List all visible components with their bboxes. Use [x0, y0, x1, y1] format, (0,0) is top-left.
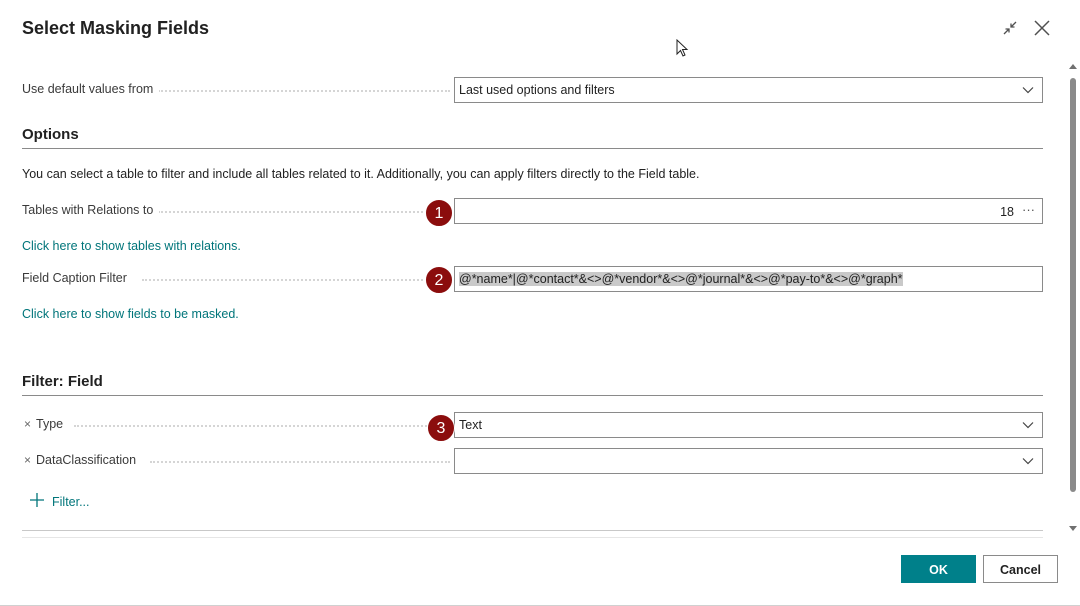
add-filter-label: Filter... [52, 495, 90, 509]
show-fields-link[interactable]: Click here to show fields to be masked. [22, 307, 239, 321]
chevron-down-icon [1022, 87, 1034, 94]
classification-filter-label: DataClassification [36, 453, 143, 467]
remove-filter-icon[interactable]: × [24, 417, 32, 431]
callout-badge-1: 1 [425, 199, 453, 227]
show-tables-link[interactable]: Click here to show tables with relations… [22, 239, 241, 253]
caption-filter-input[interactable]: @*name*|@*contact*&<>@*vendor*&<>@*journ… [454, 266, 1043, 292]
lookup-ellipsis-icon[interactable]: ··· [1022, 202, 1035, 217]
collapse-icon[interactable] [1000, 18, 1020, 38]
cancel-button[interactable]: Cancel [983, 555, 1058, 583]
section-divider [22, 395, 1043, 396]
dialog-title: Select Masking Fields [22, 18, 210, 38]
content-bottom-divider [22, 537, 1043, 538]
filter-section-title: Filter: Field [22, 373, 103, 390]
ok-button[interactable]: OK [901, 555, 976, 583]
options-description: You can select a table to filter and inc… [22, 167, 700, 181]
caption-filter-value: @*name*|@*contact*&<>@*vendor*&<>@*journ… [459, 272, 903, 286]
dotted-leader [142, 279, 450, 281]
tables-value: 18 [1000, 205, 1014, 219]
defaults-value: Last used options and filters [459, 83, 615, 97]
defaults-select[interactable]: Last used options and filters [454, 77, 1043, 103]
callout-badge-2: 2 [425, 266, 453, 294]
mouse-cursor-icon [676, 38, 690, 59]
options-section-title: Options [22, 126, 79, 143]
remove-filter-icon[interactable]: × [24, 453, 32, 467]
caption-filter-row: Field Caption Filter @*name*|@*contact*&… [22, 266, 1043, 292]
scroll-down-arrow-icon[interactable] [1069, 525, 1077, 533]
tables-label: Tables with Relations to [22, 203, 160, 217]
defaults-row: Use default values from Last used option… [22, 77, 1043, 103]
type-filter-value: Text [459, 418, 482, 432]
caption-filter-label: Field Caption Filter [22, 271, 133, 285]
type-filter-row: × Type Text [22, 412, 1043, 438]
dotted-leader [158, 90, 450, 92]
dotted-leader [158, 211, 450, 213]
defaults-label: Use default values from [22, 82, 160, 96]
scroll-up-arrow-icon[interactable] [1069, 62, 1077, 70]
content-bottom-divider [22, 530, 1043, 531]
close-icon[interactable] [1032, 18, 1052, 38]
chevron-down-icon [1022, 422, 1034, 429]
chevron-down-icon [1022, 458, 1034, 465]
tables-row: Tables with Relations to 18 ··· [22, 198, 1043, 224]
plus-icon [30, 493, 44, 507]
callout-badge-3: 3 [427, 414, 455, 442]
select-masking-fields-dialog: Select Masking Fields Use default values… [0, 0, 1080, 606]
section-divider [22, 148, 1043, 149]
type-filter-select[interactable]: Text [454, 412, 1043, 438]
scrollbar-thumb[interactable] [1070, 78, 1076, 492]
dotted-leader [74, 425, 450, 427]
classification-filter-select[interactable] [454, 448, 1043, 474]
type-filter-label: Type [36, 417, 70, 431]
tables-input[interactable]: 18 ··· [454, 198, 1043, 224]
classification-filter-row: × DataClassification [22, 448, 1043, 474]
dotted-leader [150, 461, 450, 463]
